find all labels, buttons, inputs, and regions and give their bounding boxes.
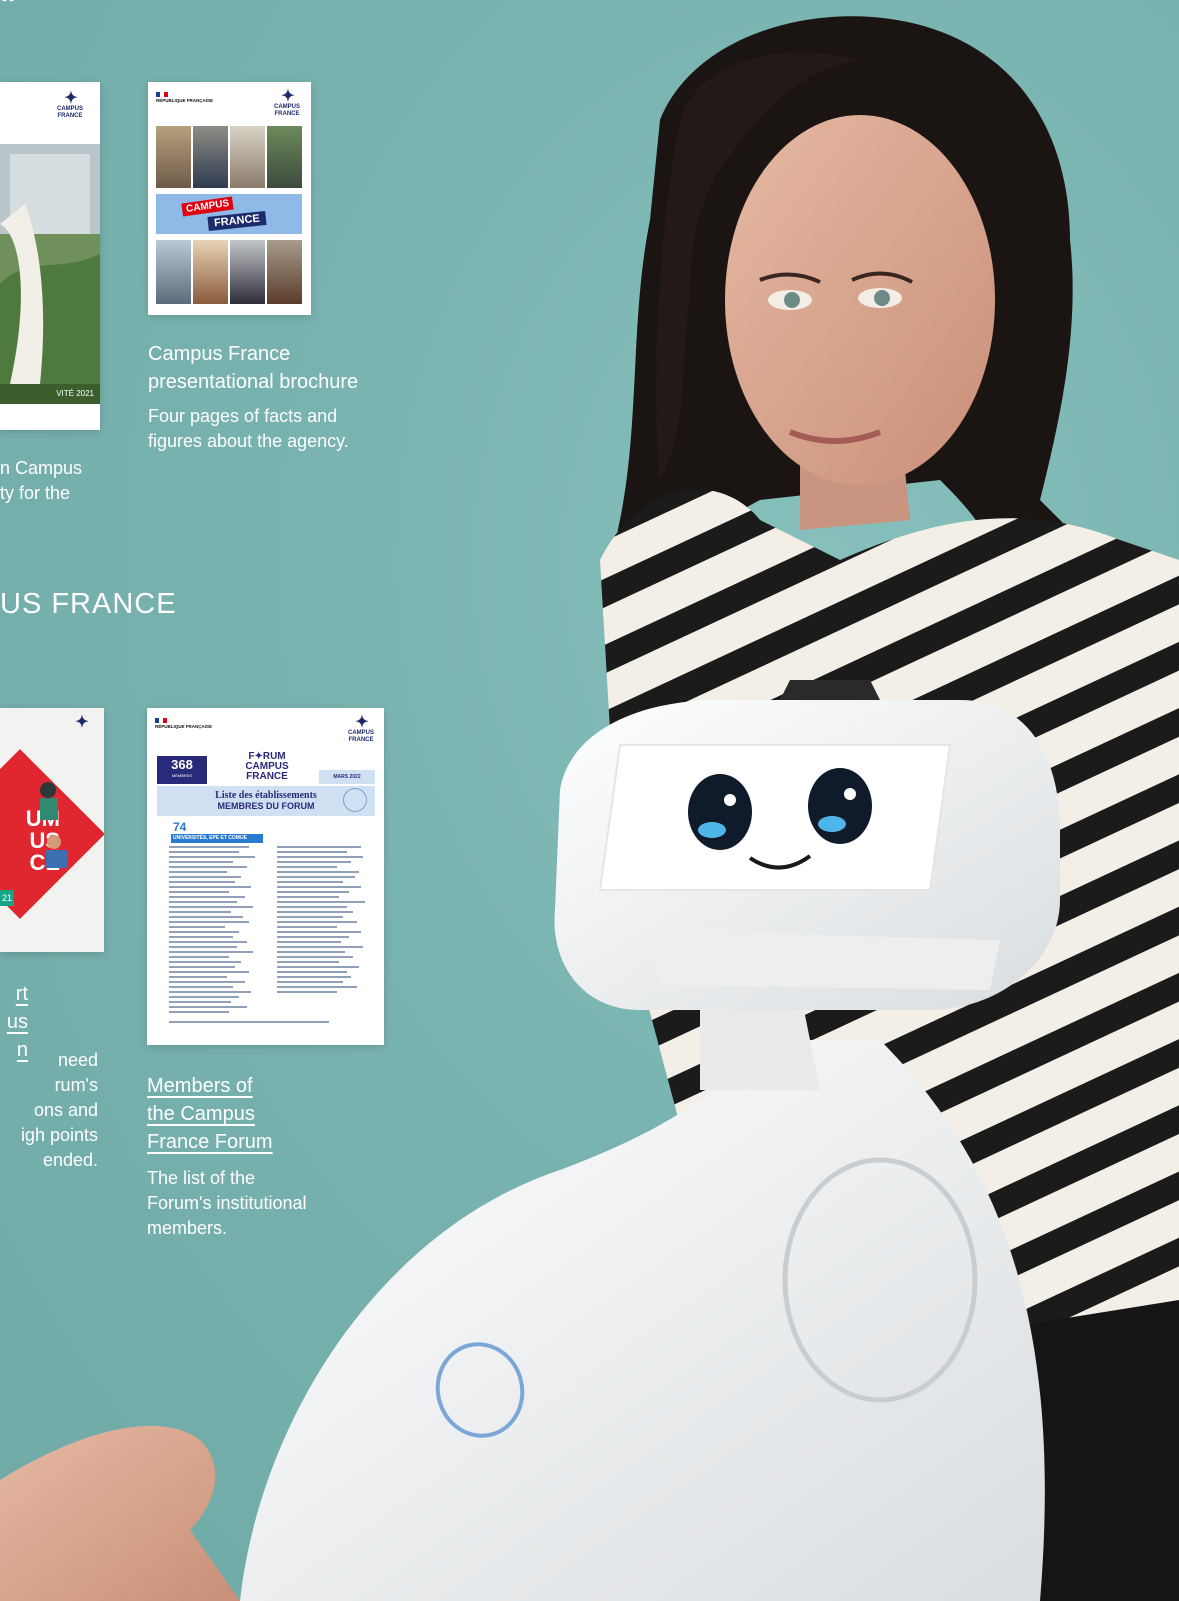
members-count: 368 [171,757,193,772]
forum-report-cover[interactable]: ✦ UM US CE 21 [0,708,104,952]
report-cover-footer: VITÉ 2021 [0,384,100,404]
members-description-line: The list of the [147,1168,256,1188]
forum-logo-line: FRANCE [246,771,288,782]
photo-tile [193,126,228,188]
forum-report-title-line: rt [15,983,28,1005]
forum-badge: 21 [0,890,14,906]
brochure-description-line: figures about the agency. [148,431,349,451]
republique-flag-icon [156,92,168,97]
forum-illustration-figures [40,782,68,868]
forum-logo: F✦RUM CAMPUS FRANCE [237,752,297,782]
members-count-label: MEMBRES [171,773,193,778]
forum-report-description-line: need [57,1050,98,1070]
globe-icon [343,788,367,812]
members-count-box: 368 MEMBRES [157,756,207,784]
brochure-logo-text: CAMPUS FRANCE [273,104,300,117]
forum-report-title-line: us [6,1011,28,1033]
band-france: FRANCE [207,211,267,231]
photo-tile [267,126,302,188]
brochure-description: Four pages of facts and figures about th… [148,404,408,454]
brochure-title-line: Campus France [148,343,291,365]
photo-tile [193,240,228,304]
campus-france-logo-icon: ✦ [64,90,77,107]
republique-flag-icon [155,718,167,723]
members-title[interactable]: Members of the Campus France Forum [147,1072,347,1156]
report-cover-photo [0,144,100,384]
brochure-title-line: presentational brochure [148,371,359,393]
brochure-description-line: Four pages of facts and [148,406,338,426]
campus-france-logo-icon: ✦ [75,714,88,731]
activity-report-cover[interactable]: ✦ CAMPUS FRANCE VITÉ 2021 [0,82,100,430]
brochure-republique-label: RÉPUBLIQUE FRANÇAISE [156,98,214,103]
band-campus: CAMPUS [181,196,234,217]
members-logo-text: CAMPUS FRANCE [347,730,374,743]
members-title-line: the Campus [147,1103,255,1125]
robot-body [240,1040,1045,1601]
photo-tile [230,240,265,304]
brochure-photo-row-bottom [156,240,302,304]
brochure-photo-row-top [156,126,302,188]
forum-report-description-line: igh points [20,1125,98,1145]
photo-tile [156,126,191,188]
brochure-band: CAMPUS FRANCE [156,194,302,234]
members-description: The list of the Forum's institutional me… [147,1166,367,1241]
members-description-line: members. [147,1218,228,1238]
forum-report-description-line: ended. [42,1150,98,1170]
members-list-lines [169,846,365,1023]
members-date: MARS 2022 [319,770,375,784]
report-logo-text: CAMPUS FRANCE [56,106,83,119]
members-sub-label: UNIVERSITÉS, EPE ET COMUE [171,834,263,843]
members-republique-label: RÉPUBLIQUE FRANÇAISE [155,724,213,729]
campus-france-logo-icon: ✦ [355,714,368,731]
report-caption: n Campus ty for the [0,456,100,506]
members-title-line: Members of [147,1075,253,1097]
brochure-title[interactable]: Campus France presentational brochure [148,340,428,396]
photo-tile [267,240,302,304]
photo-tile [230,126,265,188]
members-description-line: Forum's institutional [147,1193,307,1213]
photo-tile [156,240,191,304]
members-title-line: France Forum [147,1131,273,1153]
forum-report-description: need rum's ons and igh points ended. [0,1048,98,1173]
forum-report-description-line: ons and [33,1100,98,1120]
presentational-brochure-cover[interactable]: RÉPUBLIQUE FRANÇAISE ✦ CAMPUS FRANCE CAM… [148,82,311,315]
report-caption-line: n Campus [0,458,83,478]
members-sub-count: 74 [173,820,187,834]
section-title: US FRANCE [0,588,177,620]
campus-france-logo-icon: ✦ [281,88,294,105]
report-caption-line: ty for the [0,483,71,503]
forum-members-list-cover[interactable]: RÉPUBLIQUE FRANÇAISE ✦ CAMPUS FRANCE 368… [147,708,384,1045]
forum-report-description-line: rum's [54,1075,98,1095]
